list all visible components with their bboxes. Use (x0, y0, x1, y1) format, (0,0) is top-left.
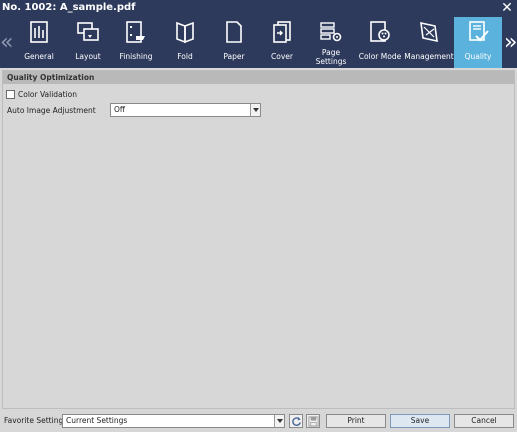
print-settings-window: No. 1002: A_sample.pdf ✕ « General Layou… (0, 0, 517, 432)
tab-layout[interactable]: Layout (64, 17, 112, 68)
layout-icon (77, 22, 99, 41)
tab-label: Fold (177, 52, 193, 61)
tab-label: Page Settings (315, 48, 347, 66)
refresh-icon (292, 416, 301, 426)
chevron-down-icon[interactable] (274, 415, 284, 427)
tab-general[interactable]: General (15, 17, 63, 68)
checkbox-box[interactable] (6, 89, 15, 99)
favorite-setting-select[interactable]: Current Settings (62, 414, 285, 428)
tab-fold[interactable]: Fold (161, 17, 209, 68)
management-icon (420, 21, 438, 43)
tab-bar: « General Layout Finishing Fold Paper Co… (0, 17, 517, 68)
tab-label: Finishing (119, 52, 153, 61)
paper-icon (226, 21, 242, 43)
select-value: Off (114, 105, 126, 114)
tab-cover[interactable]: Cover (258, 17, 306, 68)
tab-paper[interactable]: Paper (210, 17, 258, 68)
tab-finishing[interactable]: Finishing (112, 17, 160, 68)
chevron-down-icon[interactable] (250, 104, 260, 116)
tab-label: Color Mode (358, 52, 402, 61)
title-bar: No. 1002: A_sample.pdf ✕ (0, 0, 517, 17)
refresh-button[interactable] (289, 414, 303, 428)
favorite-setting-label: Favorite Setting (4, 416, 64, 425)
floppy-disk-icon (308, 416, 319, 427)
general-icon (30, 21, 48, 43)
auto-image-adjustment-select[interactable]: Off (110, 103, 261, 117)
color-validation-label: Color Validation (18, 89, 78, 99)
tab-quality[interactable]: Quality (454, 17, 502, 68)
cover-icon (273, 21, 291, 43)
fold-icon (176, 21, 194, 44)
page-settings-icon (320, 22, 342, 42)
auto-image-adjustment-label: Auto Image Adjustment (7, 106, 96, 115)
tab-color-mode[interactable]: Color Mode (356, 17, 404, 68)
select-value: Current Settings (66, 416, 128, 425)
color-mode-icon (370, 21, 390, 42)
footer-bar: Favorite Setting Current Settings Print … (0, 411, 517, 432)
save-favorite-button[interactable] (306, 414, 320, 428)
quality-icon (469, 21, 489, 42)
tab-label: Quality (464, 52, 492, 61)
section-header: Quality Optimization (3, 71, 514, 84)
tab-label: Management (404, 52, 454, 61)
tab-label: General (24, 52, 54, 61)
tab-label: Cover (271, 52, 293, 61)
finishing-icon (126, 21, 145, 43)
cancel-button[interactable]: Cancel (454, 414, 514, 428)
settings-panel: Quality Optimization Color Validation Au… (2, 70, 515, 409)
scroll-right-icon[interactable]: » (504, 17, 517, 68)
close-icon[interactable]: ✕ (500, 0, 514, 16)
tab-page-settings[interactable]: Page Settings (307, 17, 355, 68)
save-button[interactable]: Save (390, 414, 450, 428)
color-validation-checkbox[interactable]: Color Validation (6, 88, 77, 100)
window-title: No. 1002: A_sample.pdf (2, 2, 136, 13)
tab-management[interactable]: Management (404, 17, 454, 68)
print-button[interactable]: Print (326, 414, 386, 428)
